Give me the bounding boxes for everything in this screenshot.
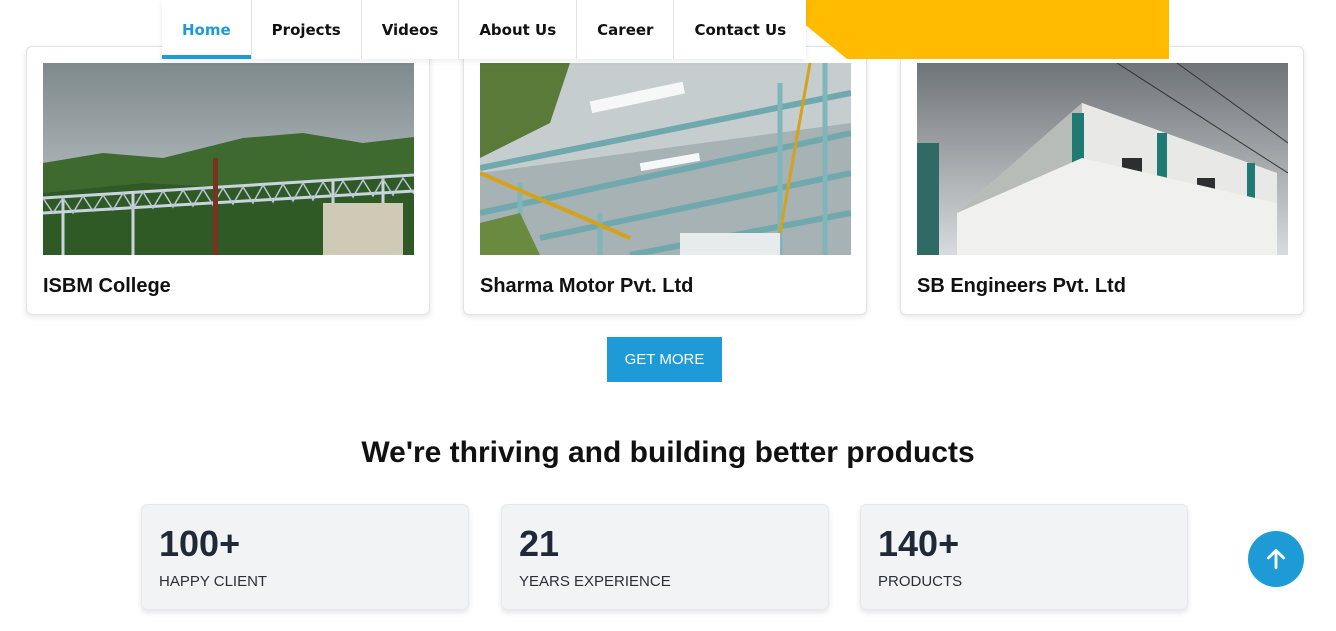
stat-label: HAPPY CLIENT <box>159 573 268 590</box>
project-image <box>43 63 414 255</box>
get-more-button[interactable]: GET MORE <box>607 337 722 382</box>
project-title: SB Engineers Pvt. Ltd <box>917 275 1126 297</box>
project-card[interactable]: ISBM College <box>26 46 430 315</box>
nav-about-us[interactable]: About Us <box>459 0 578 59</box>
stat-value: 100+ <box>159 523 241 564</box>
stat-value: 21 <box>519 523 560 564</box>
arrow-up-icon <box>1267 548 1285 570</box>
stat-label: PRODUCTS <box>878 573 963 590</box>
stat-value: 140+ <box>878 523 960 564</box>
scroll-to-top-button[interactable] <box>1248 531 1304 587</box>
stat-card: 21 YEARS EXPERIENCE <box>501 504 829 610</box>
main-nav: Home Projects Videos About Us Career Con… <box>162 0 807 59</box>
project-card[interactable]: Sharma Motor Pvt. Ltd <box>463 46 867 315</box>
project-image <box>917 63 1288 255</box>
project-image <box>480 63 851 255</box>
nav-projects[interactable]: Projects <box>252 0 362 59</box>
stat-card: 100+ HAPPY CLIENT <box>141 504 469 610</box>
section-heading: We're thriving and building better produ… <box>361 436 975 469</box>
nav-home[interactable]: Home <box>162 0 252 59</box>
project-card[interactable]: SB Engineers Pvt. Ltd <box>900 46 1304 315</box>
stat-label: YEARS EXPERIENCE <box>519 573 671 590</box>
nav-career[interactable]: Career <box>577 0 675 59</box>
project-title: Sharma Motor Pvt. Ltd <box>480 275 694 297</box>
project-title: ISBM College <box>43 275 171 297</box>
nav-contact-us[interactable]: Contact Us <box>674 0 806 59</box>
nav-videos[interactable]: Videos <box>362 0 460 59</box>
stat-card: 140+ PRODUCTS <box>860 504 1188 610</box>
